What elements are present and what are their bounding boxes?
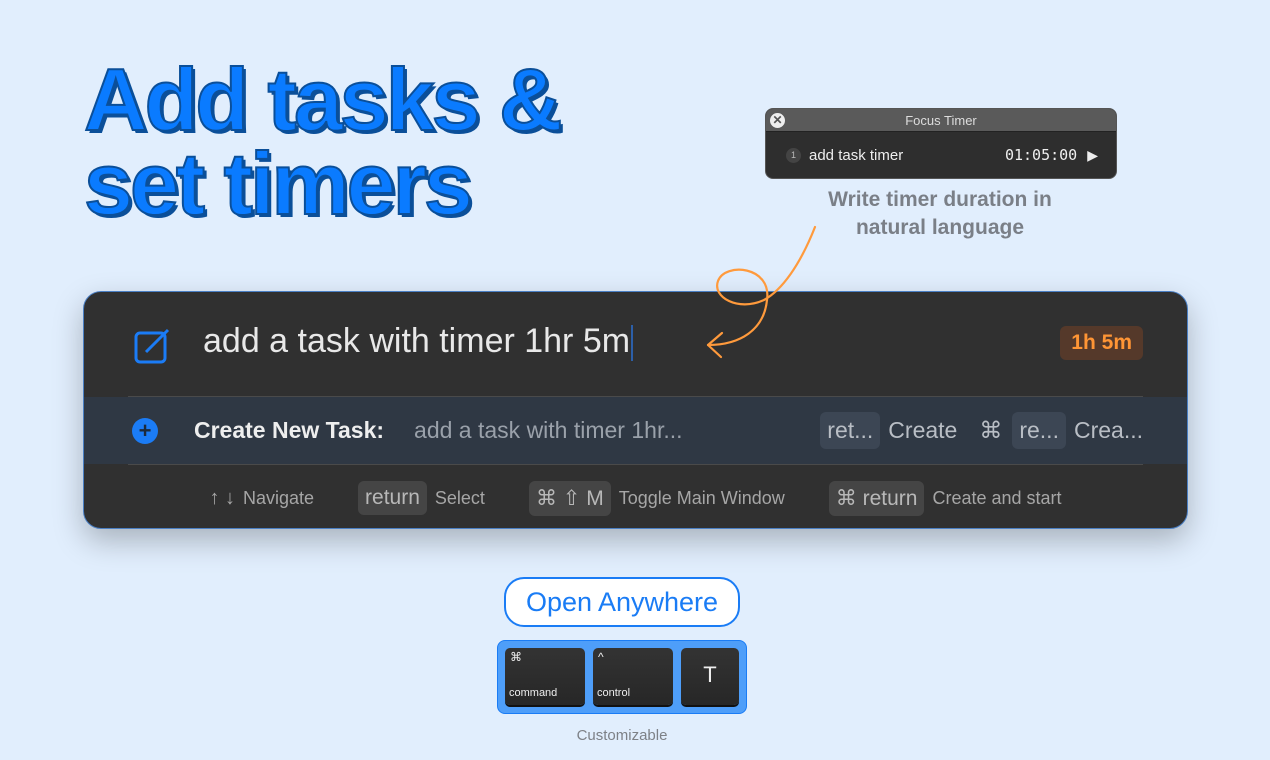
command-icon: ⌘ — [510, 650, 522, 664]
key-name: command — [509, 687, 558, 699]
key-command: ⌘ command — [505, 648, 585, 705]
key-control: ^ control — [593, 648, 673, 705]
customizable-label: Customizable — [576, 727, 668, 744]
global-shortcut[interactable]: ⌘ command ^ control T — [497, 640, 747, 714]
key-letter: T — [703, 662, 717, 687]
control-icon: ^ — [598, 650, 604, 664]
key-name: control — [597, 687, 631, 699]
key-t: T — [681, 648, 739, 705]
open-anywhere-button[interactable]: Open Anywhere — [504, 577, 740, 627]
